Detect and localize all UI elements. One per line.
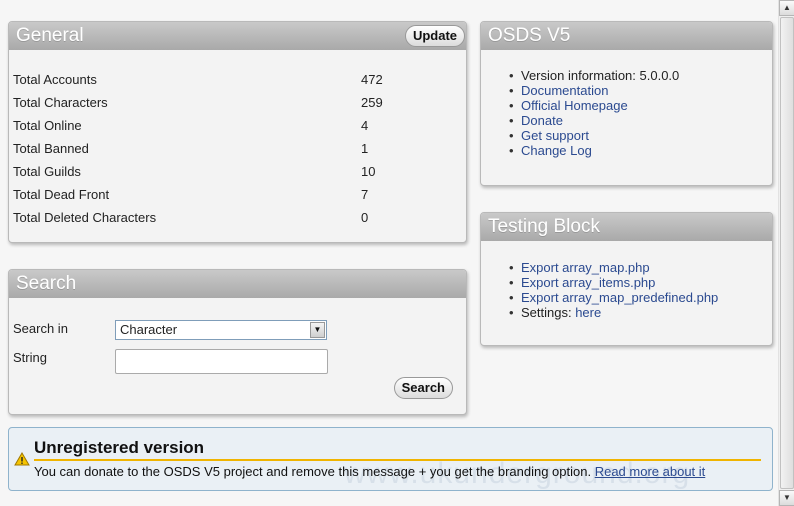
read-more-link[interactable]: Read more about it xyxy=(595,464,706,479)
stats-list: Total Accounts 472 Total Characters 259 … xyxy=(13,72,433,233)
search-in-select[interactable]: Character ▼ xyxy=(115,320,327,340)
string-label: String xyxy=(13,350,47,365)
stat-label: Total Online xyxy=(13,118,82,133)
general-panel-header: General Update xyxy=(9,22,466,50)
change-log-link[interactable]: Change Log xyxy=(521,143,592,158)
general-title: General xyxy=(16,25,84,46)
list-item: Official Homepage xyxy=(509,98,679,113)
search-in-value: Character xyxy=(120,322,178,337)
export-array-map-link[interactable]: Export array_map.php xyxy=(521,260,650,275)
scrollbar-thumb[interactable] xyxy=(780,17,794,489)
chevron-down-icon[interactable]: ▼ xyxy=(310,322,325,338)
list-item: Change Log xyxy=(509,143,679,158)
search-button[interactable]: Search xyxy=(393,377,453,399)
notice-text: You can donate to the OSDS V5 project an… xyxy=(34,464,592,479)
testing-panel: Testing Block Export array_map.php Expor… xyxy=(480,212,773,346)
unregistered-notice: www.ukunderground.org Unregistered versi… xyxy=(8,427,773,491)
general-panel: General Update Total Accounts 472 Total … xyxy=(8,21,467,243)
stat-value: 259 xyxy=(361,95,383,110)
stat-label: Total Characters xyxy=(13,95,108,110)
testing-title: Testing Block xyxy=(488,216,600,237)
testing-list: Export array_map.php Export array_items.… xyxy=(509,260,718,320)
stat-value: 4 xyxy=(361,118,369,133)
list-item: Get support xyxy=(509,128,679,143)
stat-label: Total Accounts xyxy=(13,72,97,87)
stat-label: Total Dead Front xyxy=(13,187,110,202)
stat-row: Total Dead Front 7 xyxy=(13,187,433,210)
stat-row: Total Guilds 10 xyxy=(13,164,433,187)
notice-divider xyxy=(34,459,761,461)
list-item: Documentation xyxy=(509,83,679,98)
osds-panel: OSDS V5 Version information: 5.0.0.0 Doc… xyxy=(480,21,773,186)
list-item: Export array_items.php xyxy=(509,275,718,290)
stat-label: Total Banned xyxy=(13,141,89,156)
testing-panel-header: Testing Block xyxy=(481,213,772,241)
search-in-label: Search in xyxy=(13,321,68,336)
warning-icon xyxy=(14,452,30,466)
osds-list: Version information: 5.0.0.0 Documentati… xyxy=(509,68,679,158)
get-support-link[interactable]: Get support xyxy=(521,128,589,143)
search-panel-header: Search xyxy=(9,270,466,298)
settings-here-link[interactable]: here xyxy=(575,305,601,320)
stat-value: 7 xyxy=(361,187,369,202)
stat-value: 10 xyxy=(361,164,376,179)
stat-row: Total Accounts 472 xyxy=(13,72,433,95)
notice-message: You can donate to the OSDS V5 project an… xyxy=(34,464,705,479)
version-text: Version information: 5.0.0.0 xyxy=(521,68,680,83)
vertical-scrollbar[interactable]: ▲ ▼ xyxy=(778,0,794,506)
search-panel: Search Search in Character ▼ String Sear… xyxy=(8,269,467,415)
stat-row: Total Deleted Characters 0 xyxy=(13,210,433,233)
search-title: Search xyxy=(16,273,77,294)
official-homepage-link[interactable]: Official Homepage xyxy=(521,98,628,113)
arrow-up-icon[interactable]: ▲ xyxy=(779,0,794,16)
string-input[interactable] xyxy=(115,349,328,374)
stat-label: Total Guilds xyxy=(13,164,81,179)
arrow-down-icon[interactable]: ▼ xyxy=(779,490,794,506)
export-array-items-link[interactable]: Export array_items.php xyxy=(521,275,655,290)
list-item: Settings: here xyxy=(509,305,718,320)
osds-panel-header: OSDS V5 xyxy=(481,22,772,50)
list-item: Export array_map_predefined.php xyxy=(509,290,718,305)
settings-text: Settings: xyxy=(521,305,576,320)
list-item: Export array_map.php xyxy=(509,260,718,275)
stat-value: 0 xyxy=(361,210,369,225)
update-button[interactable]: Update xyxy=(404,25,465,47)
stat-row: Total Banned 1 xyxy=(13,141,433,164)
documentation-link[interactable]: Documentation xyxy=(521,83,608,98)
stat-value: 472 xyxy=(361,72,383,87)
notice-title: Unregistered version xyxy=(34,438,205,457)
list-item: Donate xyxy=(509,113,679,128)
export-array-map-predefined-link[interactable]: Export array_map_predefined.php xyxy=(521,290,718,305)
donate-link[interactable]: Donate xyxy=(521,113,563,128)
version-info: Version information: 5.0.0.0 xyxy=(509,68,679,83)
stat-value: 1 xyxy=(361,141,369,156)
osds-title: OSDS V5 xyxy=(488,25,571,46)
stat-row: Total Characters 259 xyxy=(13,95,433,118)
stat-row: Total Online 4 xyxy=(13,118,433,141)
stat-label: Total Deleted Characters xyxy=(13,210,157,225)
